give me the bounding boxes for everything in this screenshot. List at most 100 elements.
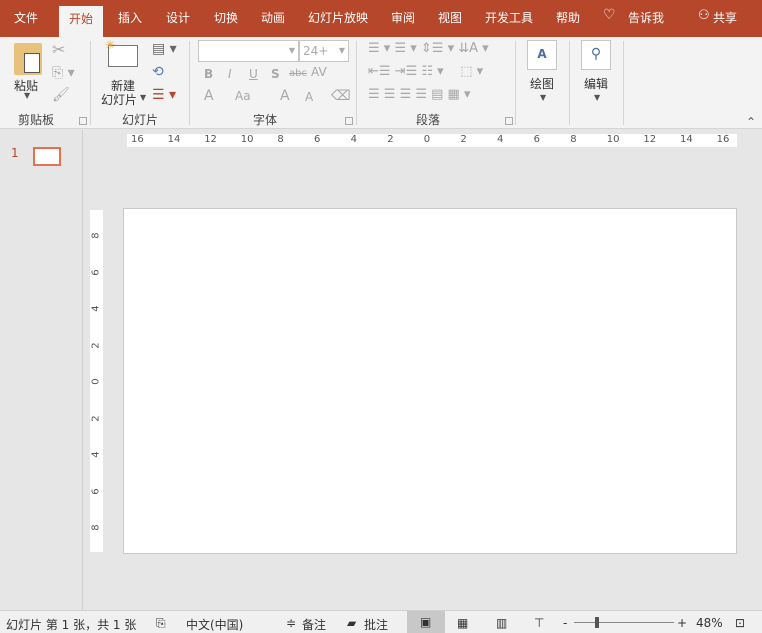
ruler-label: 8 <box>90 232 102 239</box>
person-icon: ⚇ <box>698 8 710 23</box>
font-color-button[interactable]: A <box>204 88 214 104</box>
ruler-label: 10 <box>606 134 620 145</box>
bold-button[interactable]: B <box>204 67 213 81</box>
tab-animations[interactable]: 动画 <box>261 9 285 26</box>
collapse-ribbon-icon[interactable]: ⌃ <box>746 115 756 129</box>
font-size-input[interactable]: 24+ ▼ <box>299 40 349 62</box>
slide-sorter-button[interactable]: ▦ <box>457 616 468 630</box>
layout-icon[interactable]: ▤ ▾ <box>152 41 177 57</box>
comment-icon: ▰ <box>347 616 357 630</box>
tab-developer[interactable]: 开发工具 <box>485 9 533 26</box>
horizontal-ruler: 16 14 12 10 8 6 4 2 0 2 4 6 8 10 12 14 16 <box>127 134 737 147</box>
tab-home[interactable]: 开始 <box>59 6 104 37</box>
ruler-label: 8 <box>570 134 577 145</box>
clipboard-group-label: 剪贴板 <box>18 113 55 127</box>
clear-format-icon[interactable]: ⌫ <box>331 88 351 104</box>
shapes-icon[interactable]: A <box>527 40 557 70</box>
ribbon: 粘贴 ▼ ✂ ⎘ ▾ 🖌 剪贴板 ✳ 新建 幻灯片 ▼ ▤ ▾ ⟲ ☰ ▾ 幻灯… <box>0 37 762 129</box>
comments-button[interactable]: 批注 <box>364 616 388 633</box>
ruler-label: 6 <box>90 268 102 276</box>
zoom-level[interactable]: 48% <box>696 616 723 630</box>
copy-icon[interactable]: ⎘ ▾ <box>52 65 75 81</box>
font-launcher-icon[interactable] <box>345 117 353 125</box>
format-painter-icon[interactable]: 🖌 <box>52 87 70 103</box>
shadow-button[interactable]: S <box>271 67 280 81</box>
language[interactable]: 中文(中国) <box>186 616 243 633</box>
bullets-icon[interactable]: ☰ ▾ ☰ ▾ ⇕☰ ▾ ⇊A ▾ <box>368 41 489 56</box>
ruler-label: 4 <box>90 451 102 458</box>
ruler-label: 6 <box>314 134 321 145</box>
slideshow-button[interactable]: ⊤ <box>534 616 544 630</box>
fit-slide-icon[interactable]: ⊡ <box>735 616 745 630</box>
ruler-label: 4 <box>90 305 102 312</box>
tab-view[interactable]: 视图 <box>438 9 462 26</box>
ruler-label: 2 <box>387 134 394 145</box>
ruler-label: 4 <box>350 134 357 145</box>
tab-design[interactable]: 设计 <box>166 9 190 26</box>
ruler-label: 8 <box>277 134 284 145</box>
share-button[interactable]: 共享 <box>713 9 737 26</box>
ruler-label: 6 <box>90 487 102 495</box>
notes-button[interactable]: 备注 <box>302 616 326 633</box>
paragraph-group-label: 段落 <box>416 113 441 127</box>
tab-file[interactable]: 文件 <box>14 9 38 26</box>
shrink-font-button[interactable]: A <box>305 90 313 104</box>
zoom-out-button[interactable]: - <box>563 616 567 630</box>
change-case-button[interactable]: Aa <box>235 89 251 103</box>
tab-insert[interactable]: 插入 <box>118 9 142 26</box>
underline-button[interactable]: U <box>249 67 258 81</box>
slide-info: 幻灯片 第 1 张，共 1 张 <box>6 618 137 632</box>
ruler-label: 14 <box>680 134 693 145</box>
status-bar: 幻灯片 第 1 张，共 1 张 ⎘ 中文(中国) ≑ 备注 ▰ 批注 ▣ ▦ ▥… <box>0 610 762 633</box>
new-slide-icon: ✳ <box>105 38 138 67</box>
ruler-label: 14 <box>167 134 181 145</box>
tab-help[interactable]: 帮助 <box>556 9 580 26</box>
ruler-label: 2 <box>90 341 102 349</box>
drawing-button[interactable]: 绘图 <box>530 75 554 92</box>
slide-thumbnail[interactable] <box>33 147 61 166</box>
ribbon-tab-bar: 文件 开始 插入 设计 切换 动画 幻灯片放映 审阅 视图 开发工具 帮助 ♡ … <box>0 0 762 37</box>
zoom-slider[interactable] <box>574 617 674 628</box>
strikethrough-button[interactable]: abc <box>289 68 307 79</box>
cut-icon[interactable]: ✂ <box>52 40 65 59</box>
align-icon[interactable]: ☰ ☰ ☰ ☰ ▤ ▦ ▾ <box>368 87 471 102</box>
slide-canvas[interactable] <box>123 208 737 554</box>
paste-dropdown-icon[interactable]: ▼ <box>24 91 30 100</box>
font-group-label: 字体 <box>253 113 278 127</box>
ruler-label: 0 <box>90 378 102 385</box>
search-icon[interactable]: ⚲ <box>581 40 611 70</box>
tab-review[interactable]: 审阅 <box>391 9 415 26</box>
slides-group-label: 幻灯片 <box>122 113 159 127</box>
accessibility-icon[interactable]: ⎘ <box>156 616 166 631</box>
notes-icon: ≑ <box>286 616 297 630</box>
ruler-label: 0 <box>423 134 431 145</box>
paste-icon <box>14 43 42 75</box>
editing-button[interactable]: 编辑 <box>584 75 608 92</box>
vertical-ruler: 8 6 4 2 0 2 4 6 8 <box>90 210 103 552</box>
italic-button[interactable]: I <box>228 67 232 81</box>
font-name-input[interactable]: ▼ <box>198 40 299 62</box>
tab-slideshow[interactable]: 幻灯片放映 <box>308 9 368 26</box>
reading-view-button[interactable]: ▥ <box>496 616 507 630</box>
ruler-label: 2 <box>90 414 102 422</box>
tab-transitions[interactable]: 切换 <box>214 9 238 26</box>
ruler-label: 16 <box>716 134 730 145</box>
zoom-in-button[interactable]: + <box>677 616 687 630</box>
ruler-label: 4 <box>497 134 504 145</box>
tell-me-button[interactable]: 告诉我 <box>628 9 664 26</box>
reset-icon[interactable]: ⟲ <box>152 64 164 80</box>
grow-font-button[interactable]: A <box>280 88 290 104</box>
lightbulb-icon: ♡ <box>603 7 616 23</box>
ruler-label: 8 <box>90 524 102 531</box>
new-slide-label-2[interactable]: 幻灯片 <box>101 91 137 108</box>
normal-view-button[interactable]: ▣ <box>407 611 445 633</box>
ruler-label: 6 <box>533 134 540 145</box>
indent-icon[interactable]: ⇤☰ ⇥☰ ☷ ▾ ⬚ ▾ <box>368 64 483 79</box>
ruler-label: 12 <box>643 134 657 145</box>
paragraph-launcher-icon[interactable] <box>505 117 513 125</box>
ruler-label: 16 <box>131 134 144 145</box>
section-icon[interactable]: ☰ ▾ <box>152 87 176 103</box>
char-spacing-button[interactable]: AV <box>311 65 327 79</box>
thumbnail-pane: 1 <box>0 130 83 610</box>
clipboard-launcher-icon[interactable] <box>79 117 87 125</box>
